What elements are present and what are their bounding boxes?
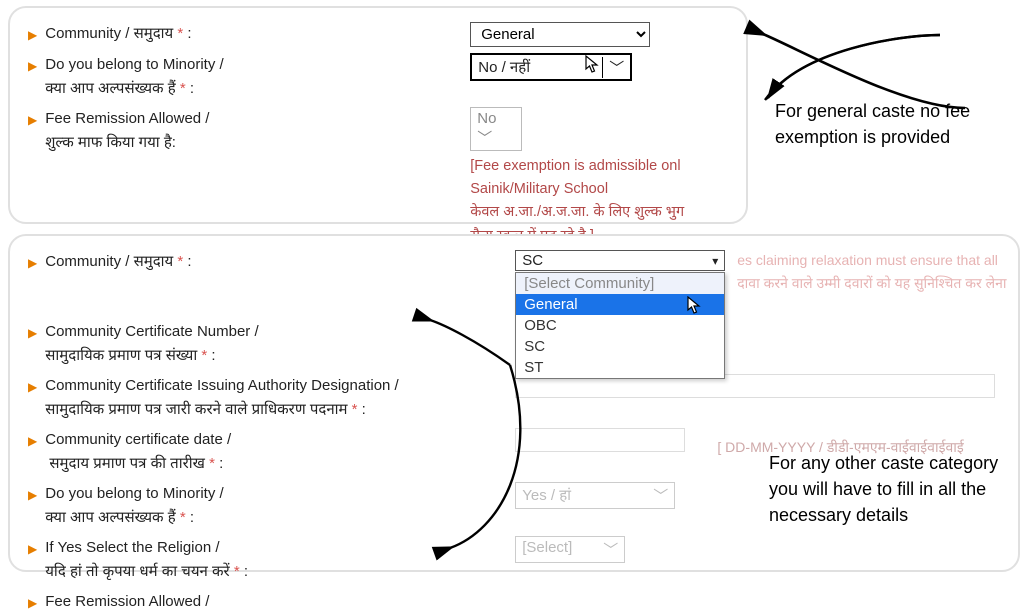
bullet-icon: ▶ [28,256,37,270]
row-minority: ▶ Do you belong to Minority / क्या आप अल… [28,53,728,101]
input-cert-date[interactable] [515,428,685,452]
row-fee-remission-2: ▶ Fee Remission Allowed / [28,590,1000,614]
chevron-down-icon: ▾ [712,254,718,268]
relaxation-hint-hi: दावा करने वाले उम्मी दवारों को यह सुनिश्… [737,274,1006,293]
bullet-icon: ▶ [28,113,37,127]
row-fee-remission: ▶ Fee Remission Allowed / शुल्क माफ किया… [28,107,728,248]
label-cert-authority: Community Certificate Issuing Authority … [45,374,515,422]
annotation-other-caste: For any other caste category you will ha… [769,450,1019,528]
bullet-icon: ▶ [28,488,37,502]
row-cert-number: ▶ Community Certificate Number / सामुदाय… [28,320,1000,368]
dropdown-community-options: [Select Community] General OBC SC ST [515,272,725,379]
dropdown-option-sc[interactable]: SC [516,336,724,357]
row-community-2: ▶ Community / समुदाय * : SC ▾ [Select Co… [28,250,1000,274]
label-minority-2: Do you belong to Minority / क्या आप अल्प… [45,482,515,530]
row-religion: ▶ If Yes Select the Religion / यदि हां त… [28,536,1000,584]
panel-general-caste: ▶ Community / समुदाय * : General ▶ Do yo… [8,6,748,224]
label-cert-date: Community certificate date / समुदाय प्रम… [45,428,515,476]
label-religion: If Yes Select the Religion / यदि हां तो … [45,536,515,584]
label-fee-remission: Fee Remission Allowed / शुल्क माफ किया ग… [45,107,470,155]
bullet-icon: ▶ [28,434,37,448]
chevron-down-icon: ﹀ [603,539,618,560]
select-community[interactable]: General [470,22,650,47]
label-community: Community / समुदाय * : [45,22,470,46]
select-minority[interactable]: No / नहीं ﹀ [470,53,632,81]
select-religion[interactable]: [Select]﹀ [515,536,625,563]
label-minority: Do you belong to Minority / क्या आप अल्प… [45,53,470,101]
bullet-icon: ▶ [28,380,37,394]
dropdown-option-placeholder[interactable]: [Select Community] [516,273,724,294]
bullet-icon: ▶ [28,596,37,610]
label-cert-number: Community Certificate Number / सामुदायिक… [45,320,515,368]
label-fee-remission-2: Fee Remission Allowed / [45,590,515,614]
annotation-general-caste: For general caste no fee exemption is pr… [775,98,1015,150]
select-community-2[interactable]: SC ▾ [515,250,725,271]
bullet-icon: ▶ [28,326,37,340]
chevron-down-icon: ﹀ [653,485,668,506]
dropdown-option-obc[interactable]: OBC [516,315,724,336]
dropdown-option-general[interactable]: General [516,294,724,315]
select-fee-remission-disabled: No ﹀ [470,107,522,151]
dropdown-option-st[interactable]: ST [516,357,724,378]
chevron-down-icon: ﹀ [602,57,624,78]
relaxation-hint-en: es claiming relaxation must ensure that … [737,252,998,268]
bullet-icon: ▶ [28,59,37,73]
label-community-2: Community / समुदाय * : [45,250,515,274]
bullet-icon: ▶ [28,542,37,556]
select-minority-2[interactable]: Yes / हां﹀ [515,482,675,509]
row-cert-authority: ▶ Community Certificate Issuing Authorit… [28,374,1000,422]
chevron-down-icon: ﹀ [477,130,492,147]
row-community: ▶ Community / समुदाय * : General [28,22,728,47]
bullet-icon: ▶ [28,28,37,42]
